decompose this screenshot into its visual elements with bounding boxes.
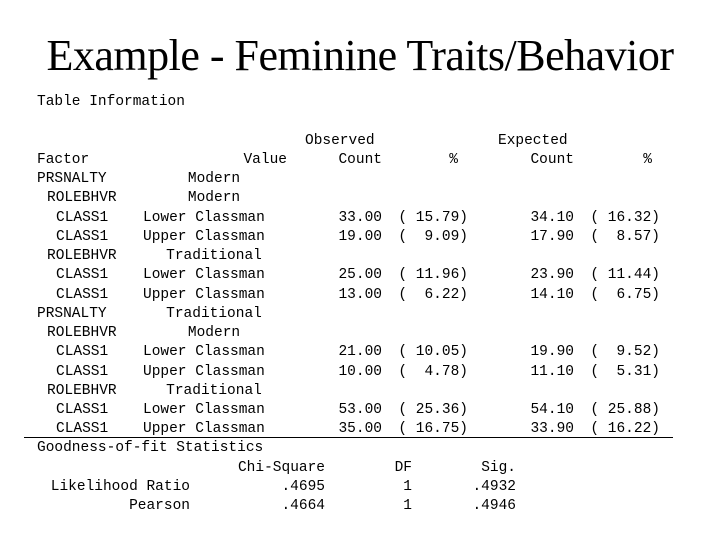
factor-cell: CLASS1 xyxy=(56,267,109,284)
value-cell: Traditional xyxy=(166,248,262,264)
expected-count-cell: 54.10 xyxy=(530,402,574,418)
value-cell: Lower Classman xyxy=(143,267,265,284)
observed-percent-cell: ( 11.96) xyxy=(398,267,468,284)
factor-cell: CLASS1 xyxy=(56,402,109,418)
chi-square-header: Chi-Square xyxy=(237,460,325,476)
observed-percent-cell: ( 6.22) xyxy=(398,286,468,303)
observed-percent-header: % xyxy=(449,152,458,168)
expected-count-cell: 23.90 xyxy=(530,267,574,284)
sig-header: Sig. xyxy=(481,460,516,476)
gof-chi-square-value: .4695 xyxy=(281,479,325,495)
expected-percent-cell: ( 8.57) xyxy=(590,228,660,245)
value-cell: Traditional xyxy=(166,305,262,322)
factor-cell: ROLEBHVR xyxy=(47,248,117,264)
observed-percent-cell: ( 25.36) xyxy=(398,402,468,418)
factor-cell: PRSNALTY xyxy=(37,305,107,322)
expected-count-cell: 11.10 xyxy=(530,363,574,380)
page-title: Example - Feminine Traits/Behavior xyxy=(46,31,674,80)
factor-cell: CLASS1 xyxy=(56,286,109,303)
factor-cell: ROLEBHVR xyxy=(47,382,117,399)
value-cell: Upper Classman xyxy=(143,228,265,245)
observed-count-cell: 10.00 xyxy=(338,363,382,380)
value-cell: Modern xyxy=(187,190,241,207)
expected-percent-cell: ( 5.31) xyxy=(590,363,660,380)
value-column-header: Value xyxy=(243,152,287,168)
value-cell: Lower Classman xyxy=(143,344,265,361)
factor-cell: ROLEBHVR xyxy=(47,190,117,207)
observed-count-cell: 33.00 xyxy=(338,209,382,226)
factor-cell: CLASS1 xyxy=(56,344,109,361)
table-information-heading: Table Information xyxy=(37,94,185,110)
df-header: DF xyxy=(394,460,412,476)
gof-heading: Goodness-of-fit Statistics xyxy=(37,440,264,456)
value-cell: Upper Classman xyxy=(143,363,265,380)
gof-sig-value: .4932 xyxy=(472,479,516,495)
factor-cell: ROLEBHVR xyxy=(47,325,117,341)
expected-percent-cell: ( 25.88) xyxy=(590,402,660,418)
expected-percent-cell: ( 9.52) xyxy=(590,344,660,361)
expected-percent-cell: ( 6.75) xyxy=(590,286,660,303)
value-cell: Upper Classman xyxy=(143,286,265,303)
expected-count-cell: 14.10 xyxy=(530,286,574,303)
factor-cell: PRSNALTY xyxy=(37,171,107,187)
factor-cell: CLASS1 xyxy=(56,363,109,380)
observed-count-cell: 13.00 xyxy=(338,286,382,303)
expected-count-cell: 34.10 xyxy=(530,209,574,226)
expected-percent-cell: ( 16.32) xyxy=(590,209,660,226)
observed-count-cell: 53.00 xyxy=(338,402,382,418)
expected-header: Expected xyxy=(498,133,568,149)
gof-row-label: Pearson xyxy=(129,498,190,514)
factor-cell: CLASS1 xyxy=(56,209,109,226)
value-cell: Modern xyxy=(187,171,241,187)
observed-count-header: Count xyxy=(338,152,382,168)
observed-count-cell: 21.00 xyxy=(338,344,382,361)
factor-cell: CLASS1 xyxy=(56,228,109,245)
table-divider xyxy=(24,437,673,438)
gof-df-value: 1 xyxy=(403,479,412,495)
gof-sig-value: .4946 xyxy=(472,498,516,514)
expected-count-cell: 17.90 xyxy=(530,228,574,245)
observed-percent-cell: ( 9.09) xyxy=(398,228,468,245)
expected-count-cell: 19.90 xyxy=(530,344,574,361)
factor-column-header: Factor xyxy=(37,152,90,168)
observed-count-cell: 25.00 xyxy=(338,267,382,284)
value-cell: Lower Classman xyxy=(143,402,265,418)
gof-row-label: Likelihood Ratio xyxy=(50,479,190,495)
gof-df-value: 1 xyxy=(403,498,412,514)
observed-header: Observed xyxy=(305,133,375,149)
observed-percent-cell: ( 10.05) xyxy=(398,344,468,361)
observed-percent-cell: ( 15.79) xyxy=(398,209,468,226)
value-cell: Lower Classman xyxy=(143,209,265,226)
expected-percent-header: % xyxy=(643,152,652,168)
expected-percent-cell: ( 11.44) xyxy=(590,267,660,284)
value-cell: Traditional xyxy=(166,382,262,399)
observed-count-cell: 19.00 xyxy=(338,228,382,245)
observed-percent-cell: ( 4.78) xyxy=(398,363,468,380)
value-cell: Modern xyxy=(187,325,241,341)
expected-count-header: Count xyxy=(530,152,574,168)
gof-chi-square-value: .4664 xyxy=(281,498,325,514)
